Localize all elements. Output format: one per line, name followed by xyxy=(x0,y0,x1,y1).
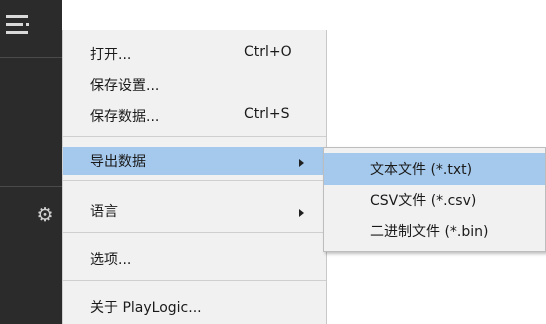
export-submenu: 文本文件 (*.txt) CSV文件 (*.csv) 二进制文件 (*.bin) xyxy=(323,147,546,252)
menu-item-label: 保存数据... xyxy=(90,109,160,125)
hamburger-menu-icon xyxy=(0,4,40,46)
menu-item-shortcut: Ctrl+S xyxy=(244,106,290,122)
hamburger-bar-middle xyxy=(6,23,23,26)
menu-separator xyxy=(63,180,326,181)
hamburger-bar-top xyxy=(6,15,28,18)
sidebar-divider xyxy=(0,57,62,58)
menu-item-about[interactable]: 关于 PlayLogic... xyxy=(63,293,326,321)
submenu-item-txt[interactable]: 文本文件 (*.txt) xyxy=(324,153,545,185)
menu-separator xyxy=(63,280,326,281)
menu-separator xyxy=(63,136,326,137)
submenu-item-label: 文本文件 (*.txt) xyxy=(370,162,473,178)
menu-item-label: 保存设置... xyxy=(90,78,160,94)
hamburger-menu-button[interactable] xyxy=(0,4,40,42)
submenu-arrow-icon xyxy=(299,159,304,167)
hamburger-dot xyxy=(26,23,29,26)
menu-item-options[interactable]: 选项... xyxy=(63,245,326,273)
gear-icon[interactable]: ⚙ xyxy=(34,204,56,226)
menu-item-label: 导出数据 xyxy=(90,154,146,170)
submenu-arrow-icon xyxy=(299,209,304,217)
menu-item-export-data[interactable]: 导出数据 xyxy=(63,147,326,175)
submenu-item-csv[interactable]: CSV文件 (*.csv) xyxy=(324,184,545,216)
menu-item-shortcut: Ctrl+O xyxy=(244,44,292,60)
main-menu: 打开... Ctrl+O 保存设置... 保存数据... Ctrl+S 导出数据… xyxy=(62,30,327,324)
hamburger-bar-bottom xyxy=(6,31,28,34)
menu-item-label: 选项... xyxy=(90,252,132,268)
menu-item-save-settings[interactable]: 保存设置... xyxy=(63,71,326,99)
sidebar: ⚙ xyxy=(0,0,62,324)
sidebar-divider xyxy=(0,186,62,187)
menu-item-label: 打开... xyxy=(90,47,132,63)
submenu-item-label: CSV文件 (*.csv) xyxy=(370,193,477,209)
menu-item-language[interactable]: 语言 xyxy=(63,197,326,225)
menu-item-label: 关于 PlayLogic... xyxy=(90,300,202,316)
menu-item-save-data[interactable]: 保存数据... Ctrl+S xyxy=(63,102,326,130)
submenu-item-bin[interactable]: 二进制文件 (*.bin) xyxy=(324,215,545,247)
submenu-item-label: 二进制文件 (*.bin) xyxy=(370,224,489,240)
menu-separator xyxy=(63,232,326,233)
menu-item-open[interactable]: 打开... Ctrl+O xyxy=(63,40,326,68)
menu-item-label: 语言 xyxy=(90,204,118,220)
